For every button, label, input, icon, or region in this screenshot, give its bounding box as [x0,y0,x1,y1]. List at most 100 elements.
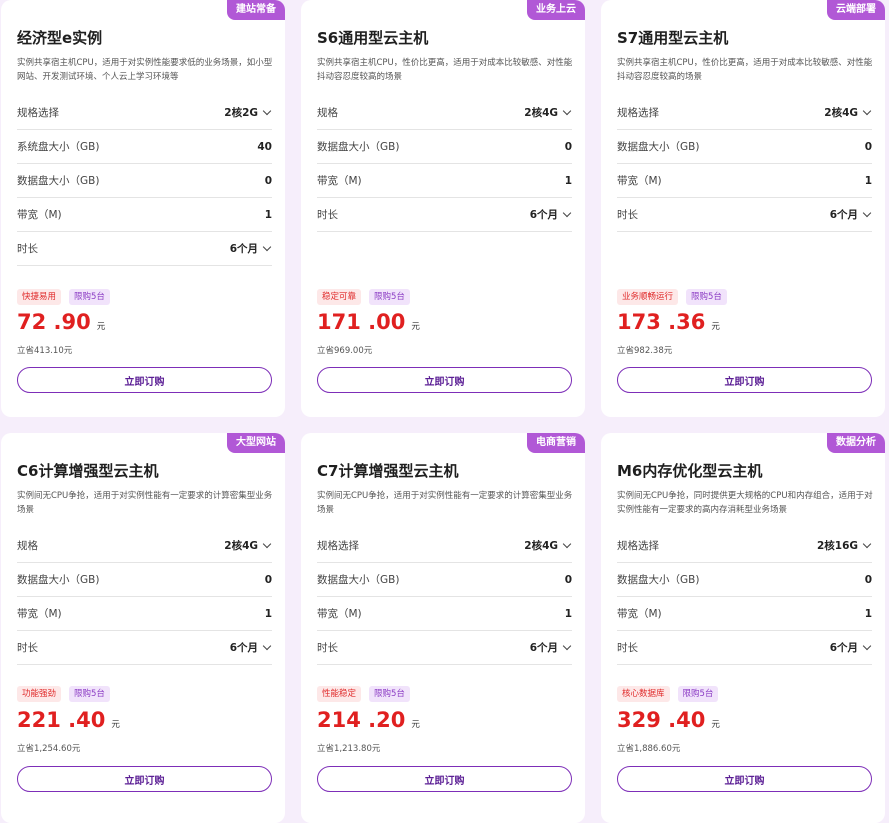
duration-select-row[interactable]: 时长 6个月 [317,631,572,665]
order-now-button[interactable]: 立即订购 [17,367,272,393]
feature-tag: 核心数据库 [617,686,670,702]
price-unit: 元 [711,720,720,730]
order-now-button[interactable]: 立即订购 [17,766,272,792]
chevron-down-icon[interactable] [562,539,572,548]
price-amount: 214 .20 [317,708,406,732]
row-value: 1 [564,607,572,620]
duration-select-row[interactable]: 时长 6个月 [617,198,872,232]
savings-text: 立省969.00元 [317,346,373,356]
row-value: 6个月 [229,642,258,654]
spec-select-row[interactable]: 规格选择 2核4G [317,529,572,563]
spec-select-row[interactable]: 规格选择 2核16G [617,529,872,563]
row-label: 带宽（M) [317,175,362,187]
row-label: 规格 [317,107,338,119]
product-card-s6: 业务上云 S6通用型云主机 实例共享宿主机CPU，性价比更高，适用于对成本比较敏… [301,0,585,417]
chevron-down-icon[interactable] [262,641,272,650]
chevron-down-icon[interactable] [262,539,272,548]
savings-text: 立省982.38元 [617,346,673,356]
product-card-m6: 数据分析 M6内存优化型云主机 实例间无CPU争抢，同时提供更大规格的CPU和内… [601,433,885,823]
chevron-down-icon[interactable] [262,106,272,115]
row-value: 6个月 [229,243,258,255]
price-amount: 72 .90 [17,310,91,334]
chevron-down-icon[interactable] [862,106,872,115]
config-rows: 规格 2核4G 数据盘大小（GB) 0 带宽（M) 1 时长 6个月 [317,96,572,232]
chevron-down-icon[interactable] [862,539,872,548]
price: 329 .40 元 [617,708,720,732]
bandwidth-row: 带宽（M) 1 [317,597,572,631]
card-title: M6内存优化型云主机 [617,462,763,480]
card-title: S7通用型云主机 [617,29,729,47]
order-now-button[interactable]: 立即订购 [617,766,872,792]
row-label: 带宽（M) [617,175,662,187]
spec-select-row[interactable]: 规格 2核4G [317,96,572,130]
row-value: 0 [264,573,272,586]
limit-tag: 限购5台 [69,289,110,305]
limit-tag: 限购5台 [69,686,110,702]
row-value: 2核4G [224,540,258,552]
config-rows: 规格选择 2核4G 数据盘大小（GB) 0 带宽（M) 1 时长 6个月 [317,529,572,665]
chevron-down-icon[interactable] [262,242,272,251]
order-now-button[interactable]: 立即订购 [617,367,872,393]
row-value: 1 [864,607,872,620]
row-label: 带宽（M) [617,608,662,620]
savings-text: 立省1,254.60元 [17,744,81,754]
card-title: 经济型e实例 [17,29,103,47]
price-unit: 元 [411,322,420,332]
duration-select-row[interactable]: 时长 6个月 [317,198,572,232]
duration-select-row[interactable]: 时长 6个月 [17,631,272,665]
feature-tag: 快捷易用 [17,289,62,305]
price: 173 .36 元 [617,310,720,334]
row-label: 规格 [17,540,38,552]
product-card-c6: 大型网站 C6计算增强型云主机 实例间无CPU争抢，适用于对实例性能有一定要求的… [1,433,285,823]
row-value: 1 [264,607,272,620]
card-title: C7计算增强型云主机 [317,462,459,480]
row-label: 数据盘大小（GB) [617,574,700,586]
card-title: S6通用型云主机 [317,29,429,47]
price-unit: 元 [96,322,106,332]
product-card-s7: 云端部署 S7通用型云主机 实例共享宿主机CPU，性价比更高，适用于对成本比较敏… [601,0,885,417]
spec-select-row[interactable]: 规格选择 2核4G [617,96,872,130]
limit-tag: 限购5台 [686,289,727,305]
row-value: 0 [264,174,272,187]
row-label: 时长 [317,209,338,221]
row-value: 6个月 [829,209,858,221]
config-rows: 规格选择 2核4G 数据盘大小（GB) 0 带宽（M) 1 时长 6个月 [617,96,872,232]
spec-select-row[interactable]: 规格选择 2核2G [17,96,272,130]
bandwidth-row: 带宽（M) 1 [17,198,272,232]
row-label: 规格选择 [617,540,659,552]
feature-tag: 业务顺畅运行 [617,289,679,305]
price-unit: 元 [711,322,720,332]
row-label: 数据盘大小（GB) [17,574,100,586]
row-label: 时长 [17,243,38,255]
feature-tags: 核心数据库 限购5台 [617,686,719,702]
limit-tag: 限购5台 [369,289,410,305]
row-label: 规格选择 [17,107,59,119]
chevron-down-icon[interactable] [562,208,572,217]
order-now-button[interactable]: 立即订购 [317,367,572,393]
config-rows: 规格选择 2核16G 数据盘大小（GB) 0 带宽（M) 1 时长 6个月 [617,529,872,665]
price-amount: 173 .36 [617,310,706,334]
card-description: 实例间无CPU争抢，适用于对实例性能有一定要求的计算密集型业务场景 [317,491,573,515]
feature-tags: 性能稳定 限购5台 [317,686,410,702]
duration-select-row[interactable]: 时长 6个月 [617,631,872,665]
row-value: 2核16G [816,540,858,552]
card-description: 实例间无CPU争抢，同时提供更大规格的CPU和内存组合，适用于对实例性能有一定要… [617,491,873,515]
chevron-down-icon[interactable] [562,106,572,115]
row-label: 时长 [617,642,638,654]
product-card-c7: 电商营销 C7计算增强型云主机 实例间无CPU争抢，适用于对实例性能有一定要求的… [301,433,585,823]
chevron-down-icon[interactable] [862,641,872,650]
row-value: 6个月 [529,209,558,221]
order-now-button[interactable]: 立即订购 [317,766,572,792]
spec-select-row[interactable]: 规格 2核4G [17,529,272,563]
bandwidth-row: 带宽（M) 1 [617,164,872,198]
duration-select-row[interactable]: 时长 6个月 [17,232,272,266]
bandwidth-row: 带宽（M) 1 [317,164,572,198]
chevron-down-icon[interactable] [562,641,572,650]
data-disk-row: 数据盘大小（GB) 0 [617,563,872,597]
row-value: 6个月 [829,642,858,654]
chevron-down-icon[interactable] [862,208,872,217]
savings-text: 立省1,886.60元 [617,744,681,754]
data-disk-row: 数据盘大小（GB) 0 [17,164,272,198]
row-value: 2核2G [224,107,258,119]
data-disk-row: 数据盘大小（GB) 0 [17,563,272,597]
